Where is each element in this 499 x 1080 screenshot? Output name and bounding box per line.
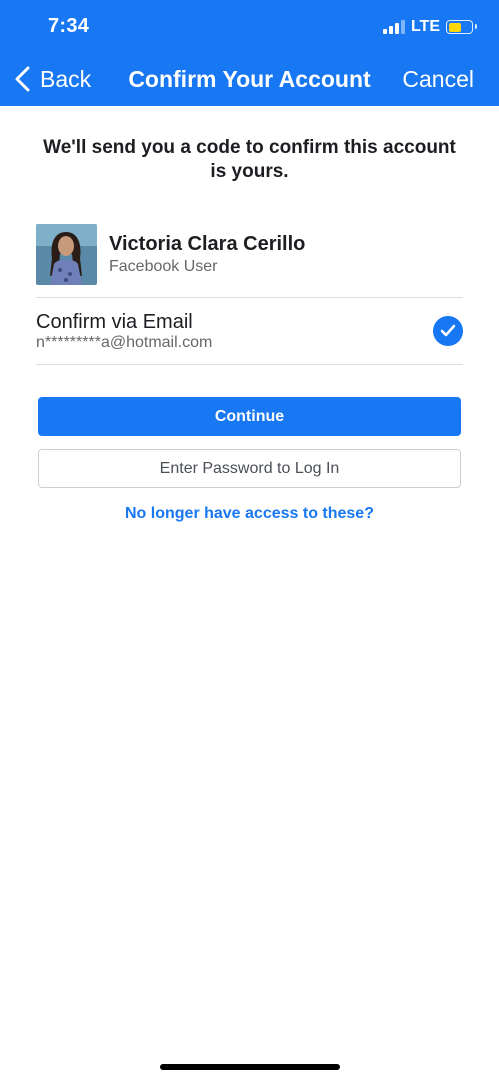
avatar [36,224,97,285]
checkmark-circle-icon [433,316,463,346]
no-access-link[interactable]: No longer have access to these? [0,505,499,523]
home-indicator[interactable] [160,1064,340,1070]
status-indicators: LTE [382,18,477,36]
network-type: LTE [410,18,440,35]
profile-card: Victoria Clara Cerillo Facebook User [36,224,463,286]
profile-subtitle: Facebook User [109,258,218,275]
confirm-via-email-option[interactable]: Confirm via Email n*********a@hotmail.co… [36,298,463,364]
cancel-button[interactable]: Cancel [402,66,474,93]
header-bar: 7:34 LTE Back Confirm Your Account Cance… [0,0,499,106]
battery-icon [446,20,477,34]
profile-name: Victoria Clara Cerillo [109,233,306,255]
divider [36,364,463,365]
intro-text: We'll send you a code to confirm this ac… [43,137,456,182]
signal-bars-icon [382,20,405,34]
masked-email: n*********a@hotmail.com [36,334,213,351]
enter-password-button[interactable]: Enter Password to Log In [38,449,461,488]
status-time: 7:34 [48,15,90,37]
status-bar: 7:34 LTE [0,0,499,52]
continue-button[interactable]: Continue [38,397,461,436]
confirm-option-title: Confirm via Email [36,311,193,333]
navigation-bar: Back Confirm Your Account Cancel [0,52,499,106]
